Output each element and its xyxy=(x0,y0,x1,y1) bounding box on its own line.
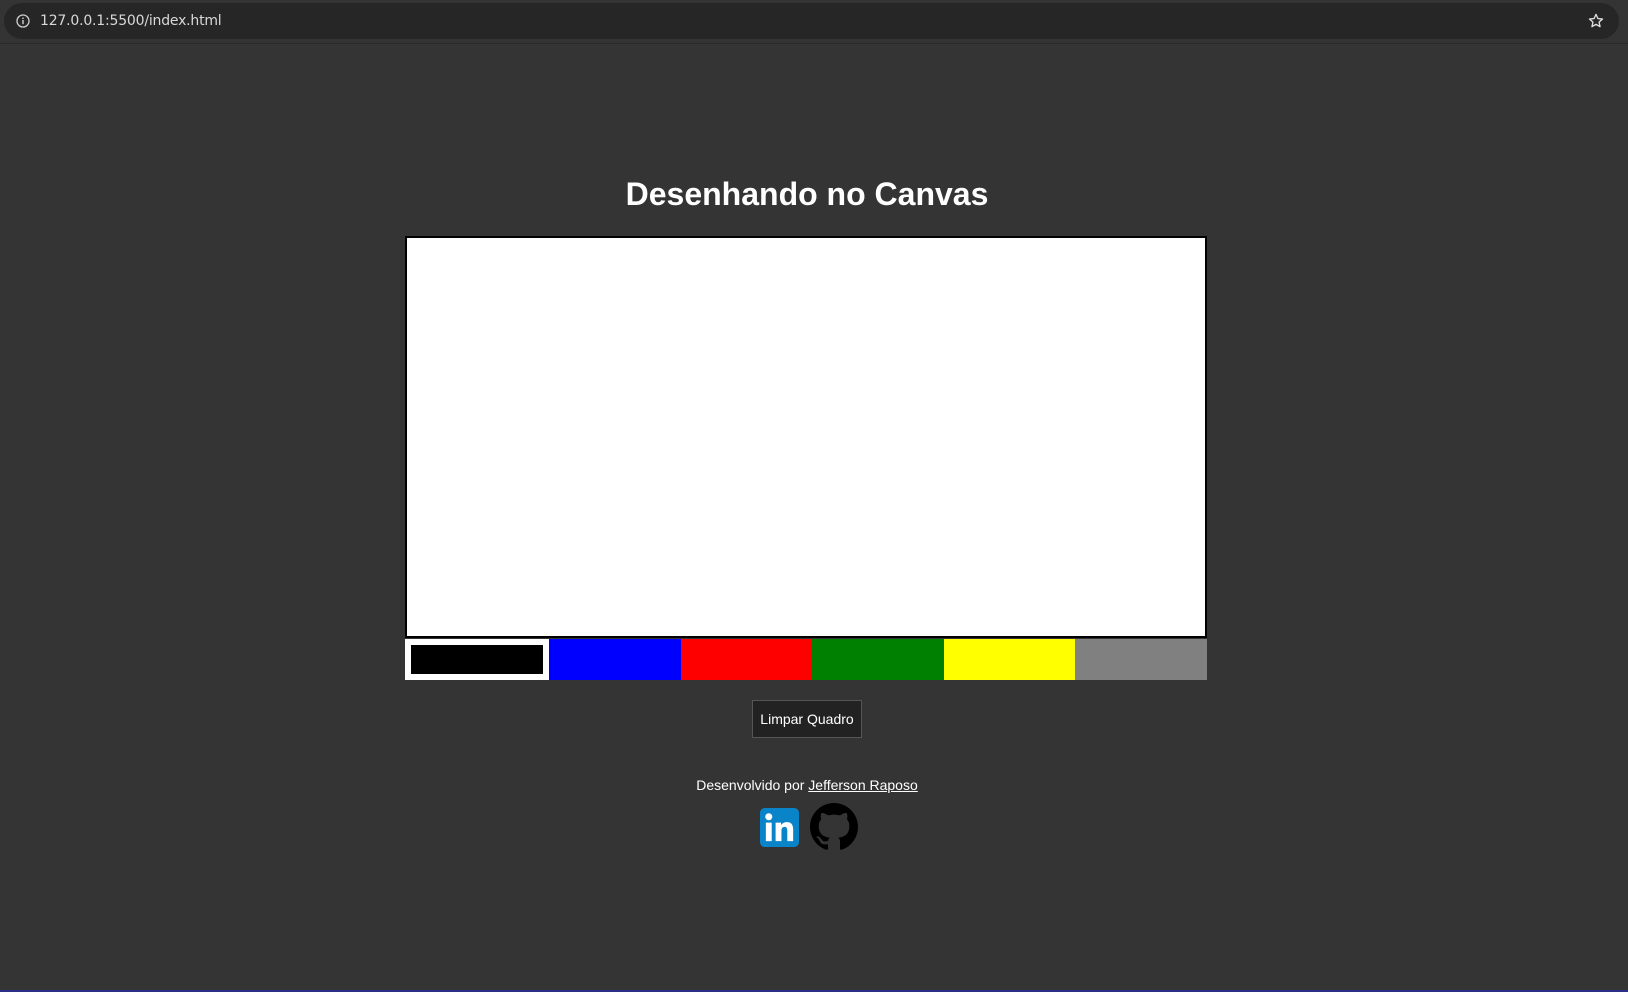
linkedin-icon[interactable] xyxy=(760,808,799,847)
author-link[interactable]: Jefferson Raposo xyxy=(808,777,917,793)
color-palette xyxy=(405,639,1207,680)
color-swatch-black[interactable] xyxy=(405,639,549,680)
url-text[interactable]: 127.0.0.1:5500/index.html xyxy=(40,13,222,29)
credit-prefix: Desenvolvido por xyxy=(696,777,809,793)
info-icon[interactable] xyxy=(16,14,30,28)
color-swatch-yellow[interactable] xyxy=(943,639,1076,680)
color-swatch-gray[interactable] xyxy=(1075,639,1207,680)
color-swatch-blue[interactable] xyxy=(549,639,681,680)
github-icon[interactable] xyxy=(810,803,858,851)
page-title: Desenhando no Canvas xyxy=(625,176,989,212)
color-swatch-red[interactable] xyxy=(680,639,813,680)
social-links xyxy=(760,803,860,851)
color-swatch-green[interactable] xyxy=(812,639,944,680)
drawing-canvas[interactable] xyxy=(405,236,1207,638)
clear-board-button[interactable]: Limpar Quadro xyxy=(752,700,862,738)
address-bar[interactable]: 127.0.0.1:5500/index.html xyxy=(4,3,1619,39)
footer-credit: Desenvolvido por Jefferson Raposo xyxy=(0,776,1614,794)
bookmark-star-icon[interactable] xyxy=(1587,12,1605,30)
browser-toolbar: 127.0.0.1:5500/index.html xyxy=(0,0,1628,44)
